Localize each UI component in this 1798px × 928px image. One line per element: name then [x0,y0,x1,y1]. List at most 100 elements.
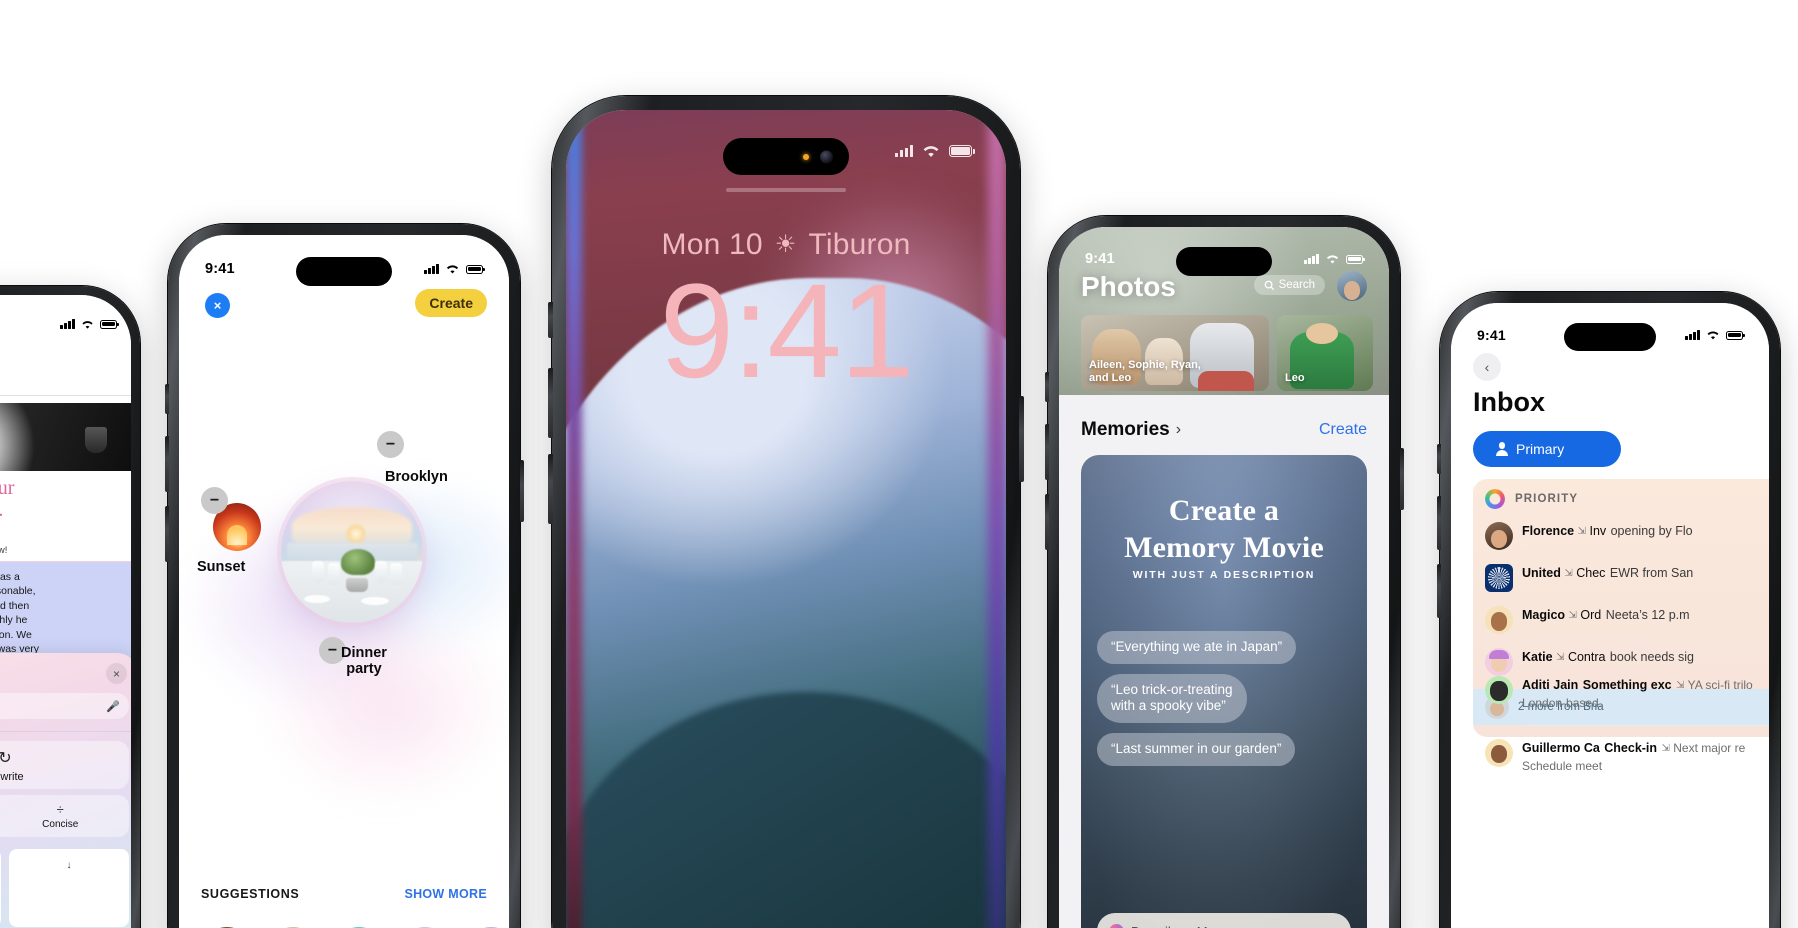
mail-row[interactable]: United ⇲ Chec EWR from San [1473,557,1769,599]
tab-primary[interactable]: Primary [1473,431,1621,467]
person-icon [1495,442,1509,456]
reply-icon: ⇲ [1676,680,1685,691]
microphone-icon[interactable]: 🎤 [106,700,120,713]
wifi-icon [446,265,459,274]
close-button[interactable]: × [205,293,230,318]
search-button[interactable]: Search [1253,275,1325,295]
divider [0,395,131,396]
volume-up-button[interactable] [164,436,169,492]
mail-row[interactable]: Florence ⇲ Inv opening by Flo [1473,515,1769,557]
reply-icon: ⇲ [1568,610,1577,621]
power-button[interactable] [519,460,524,522]
show-more-button[interactable]: SHOW MORE [404,887,487,901]
create-button[interactable]: Create [1319,421,1367,439]
close-icon[interactable]: × [106,663,127,684]
avatar [1485,739,1513,767]
apple-intelligence-ring-icon [1485,489,1505,509]
widget-placeholder-row[interactable] [566,188,1006,192]
cellular-bars-icon [424,264,439,274]
lock-screen-time: 9:41 [659,257,915,406]
rewrite-button[interactable]: ↻ Rewrite [0,741,129,789]
mail-row[interactable]: Guillermo Ca Check-in ⇲ Next major re Sc… [1473,732,1769,782]
photo-card-caption: Aileen, Sophie, Ryan, and Leo [1089,359,1201,385]
memories-label[interactable]: Memories [1081,419,1170,441]
power-button[interactable] [1019,396,1024,482]
camera-indicator-icon [803,153,809,160]
mail-preview: book needs sig [1609,650,1695,664]
site-header: derque ography [0,343,131,380]
mail-row[interactable]: Aditi Jain Something exc ⇲ YA sci-fi tri… [1473,669,1769,719]
photo-card[interactable]: Leo [1277,315,1373,391]
concise-label: Concise [42,819,79,830]
review-textarea[interactable]: have hoped for as a as reliable, persona… [0,561,131,666]
mail-subject: Check-in [1604,741,1658,755]
back-button[interactable]: ‹ [1473,353,1501,381]
photo-card[interactable]: Aileen, Sophie, Ryan, and Leo [1081,315,1269,391]
concise-icon: ÷ [56,802,64,817]
volume-down-button[interactable] [1436,564,1441,618]
phone-photos: 9:41 Photos Search Aileen, Sophie, Ryan,… [1044,216,1404,928]
concise-button[interactable]: ÷ Concise [0,795,129,837]
prompt-chip[interactable]: “Leo trick-or-treating with a spooky vib… [1097,673,1247,724]
phone-screen: Mon 10 ☀ Tiburon 9:41 [566,110,1006,928]
priority-header: PRIORITY [1473,489,1769,515]
volume-up-button[interactable] [1044,424,1049,480]
site-tagline: turing your moments. [0,477,15,521]
power-button[interactable] [1399,448,1404,510]
avatar [1485,676,1513,704]
wifi-icon [82,320,93,329]
writing-tools-input[interactable]: ge 🎤 [0,693,129,719]
volume-down-button[interactable] [1044,494,1049,550]
avatar[interactable] [1337,271,1367,301]
safari-webpage: derque ography turing your moments. Leav… [0,295,131,928]
prompt-chip[interactable]: “Everything we ate in Japan” [1097,631,1297,664]
mail-subject: Chec [1576,566,1606,580]
silent-switch[interactable] [548,302,553,338]
volume-up-button[interactable] [1436,496,1441,550]
memories-header-row: Memories › Create [1081,419,1367,441]
prompt-chip[interactable]: “Last summer in our garden” [1097,733,1296,766]
silent-switch[interactable] [164,384,169,414]
volume-down-button[interactable] [548,454,553,524]
hero-image [0,403,131,471]
search-icon [1264,280,1274,290]
mail-preview: EWR from San [1609,566,1694,580]
create-button[interactable]: Create [415,289,487,317]
mail-sender: Magico [1522,608,1566,622]
silent-switch[interactable] [1436,444,1441,474]
reply-icon: ⇲ [1564,568,1573,579]
arrow-down-icon: ↓ [66,860,72,871]
mail-row[interactable]: Magico ⇲ Ord Neeta’s 12 p.m [1473,599,1769,641]
avatar [1485,564,1513,592]
phone-image-playground: 9:41 × Create − Sunset − Brooklyn − Dinn… [164,224,524,928]
avatar [1485,522,1513,550]
reply-icon: ⇲ [1556,652,1565,663]
rewrite-icon: ↻ [0,749,12,767]
summary-card[interactable]: ↓ [0,849,1,927]
dynamic-island [1176,247,1272,276]
remove-concept-icon[interactable]: − [201,487,228,514]
concept-label-dinner-party: Dinner party [341,645,387,678]
chevron-right-icon[interactable]: › [1176,421,1181,439]
mail-sender: Aditi Jain [1522,678,1579,692]
generated-image-bubble[interactable] [281,481,423,623]
remove-concept-icon[interactable]: − [377,431,404,458]
status-time: 9:41 [1477,327,1506,343]
volume-down-button[interactable] [164,506,169,562]
memory-movie-card[interactable]: Create a Memory Movie WITH JUST A DESCRI… [1081,455,1367,928]
phone-screen: 9:41 × Create − Sunset − Brooklyn − Dinn… [179,235,509,928]
search-label: Search [1278,279,1315,291]
tone-buttons-row: ■ onal ÷ Concise [0,795,129,837]
mail-subject: Ord [1580,608,1602,622]
volume-up-button[interactable] [548,368,553,438]
writing-tools-panel: × ge 🎤 ↻ Rewrite ■ onal [0,653,131,928]
phone-screen: 9:41 ‹ Inbox Primary PRIORITY Florence ⇲… [1451,303,1769,928]
summary-cards-row: ↓ ↓ [0,849,129,927]
summary-card[interactable]: ↓ [9,849,129,927]
phone-lock-screen: Mon 10 ☀ Tiburon 9:41 [548,96,1024,928]
battery-icon [100,319,119,329]
priority-label: PRIORITY [1515,493,1579,505]
silent-switch[interactable] [1044,372,1049,402]
memory-prompt-chips: “Everything we ate in Japan” “Leo trick-… [1097,631,1351,766]
describe-memory-input[interactable]: Describe a Memory... [1097,913,1351,928]
